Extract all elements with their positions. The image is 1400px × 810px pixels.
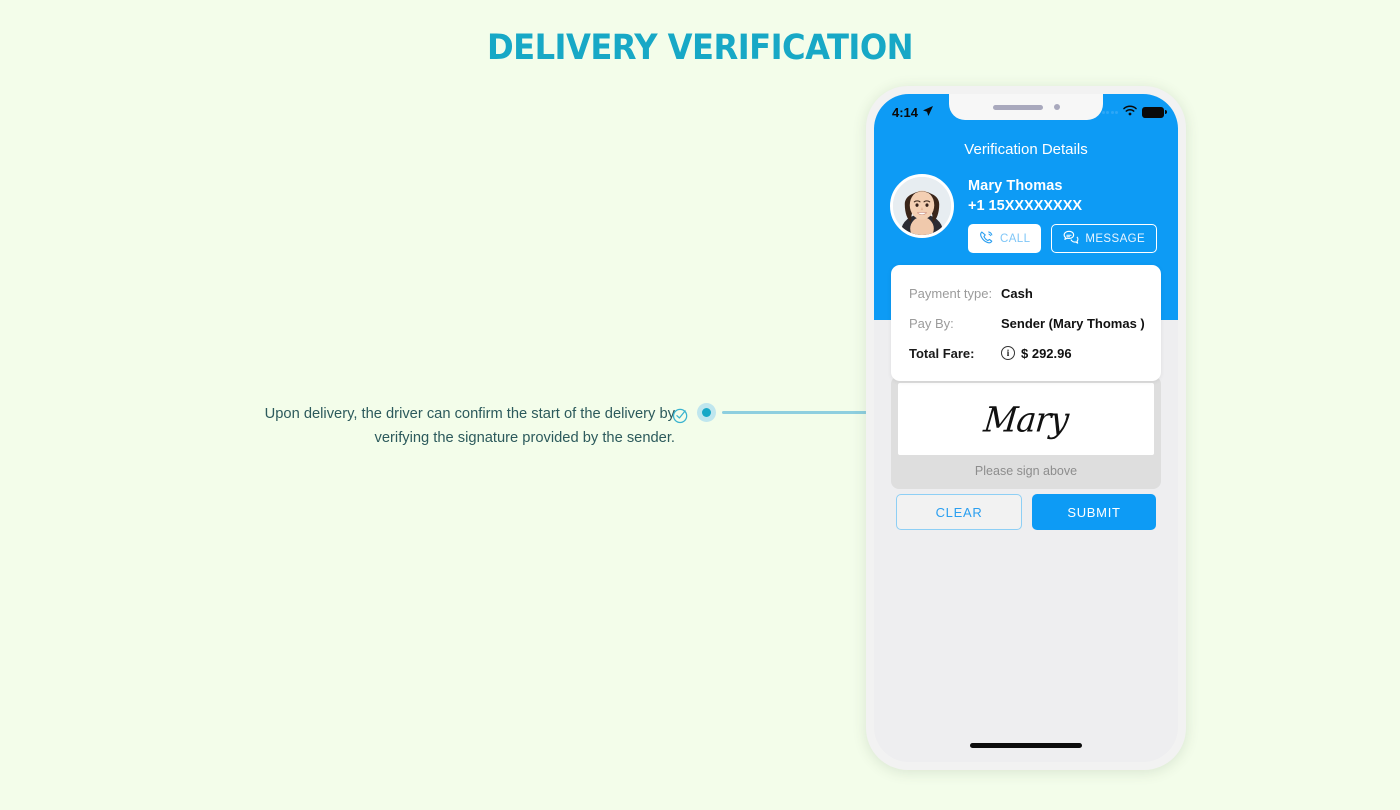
- contact-actions: CALL MESSAGE: [968, 224, 1162, 253]
- connector-dot: [697, 403, 716, 422]
- annotation-text: Upon delivery, the driver can confirm th…: [264, 406, 675, 446]
- signature-actions: CLEAR SUBMIT: [896, 494, 1156, 530]
- signature-value: Mary: [981, 398, 1071, 440]
- call-button-label: CALL: [1000, 232, 1031, 245]
- total-fare-value: $ 292.96: [1021, 345, 1072, 361]
- message-button-label: MESSAGE: [1085, 232, 1146, 245]
- message-button[interactable]: MESSAGE: [1051, 224, 1158, 253]
- signature-panel: Mary Please sign above: [891, 376, 1161, 489]
- info-icon[interactable]: i: [1001, 346, 1015, 360]
- battery-full-icon: [1142, 106, 1167, 118]
- home-indicator[interactable]: [970, 743, 1082, 748]
- pay-by-value: Sender (Mary Thomas ): [1001, 315, 1145, 331]
- connector-line: [722, 411, 867, 414]
- status-bar: 4:14: [874, 94, 1178, 126]
- phone-screen: 4:14 Verification Details Mary Thomas +1…: [874, 94, 1178, 762]
- location-arrow-icon: [922, 105, 934, 120]
- submit-button[interactable]: SUBMIT: [1032, 494, 1156, 530]
- payment-row-type: Payment type: Cash: [909, 278, 1145, 308]
- payment-row-total: Total Fare: i $ 292.96: [909, 338, 1145, 368]
- page-title: DELIVERY VERIFICATION: [486, 28, 914, 68]
- phone-icon: [979, 230, 994, 248]
- signal-dots-icon: [1101, 110, 1118, 114]
- status-left: 4:14: [892, 105, 934, 120]
- status-time: 4:14: [892, 104, 919, 120]
- payment-details-card: Payment type: Cash Pay By: Sender (Mary …: [891, 265, 1161, 381]
- contact-info: Mary Thomas +1 15XXXXXXXX CALL MESSAGE: [968, 174, 1162, 253]
- avatar: [890, 174, 954, 238]
- call-button[interactable]: CALL: [968, 224, 1042, 253]
- contact-phone: +1 15XXXXXXXX: [968, 198, 1083, 214]
- contact-block: Mary Thomas +1 15XXXXXXXX CALL MESSAGE: [890, 174, 1162, 253]
- signature-pad[interactable]: Mary: [898, 383, 1154, 455]
- pay-by-label: Pay By:: [909, 315, 954, 331]
- total-fare-label: Total Fare:: [909, 345, 975, 361]
- payment-row-payby: Pay By: Sender (Mary Thomas ): [909, 308, 1145, 338]
- clear-button[interactable]: CLEAR: [896, 494, 1022, 530]
- signature-hint: Please sign above: [974, 464, 1078, 478]
- screen-title: Verification Details: [964, 141, 1088, 158]
- payment-type-label: Payment type:: [909, 285, 993, 301]
- contact-name: Mary Thomas: [968, 178, 1063, 194]
- check-circle-icon: [672, 406, 690, 424]
- total-fare-value-wrap: i $ 292.96: [1001, 346, 1072, 361]
- wifi-icon: [1123, 103, 1137, 121]
- chat-bubbles-icon: [1063, 230, 1079, 248]
- status-right: [1101, 103, 1167, 121]
- phone-mockup: 4:14 Verification Details Mary Thomas +1…: [866, 86, 1186, 770]
- payment-type-value: Cash: [1001, 285, 1033, 301]
